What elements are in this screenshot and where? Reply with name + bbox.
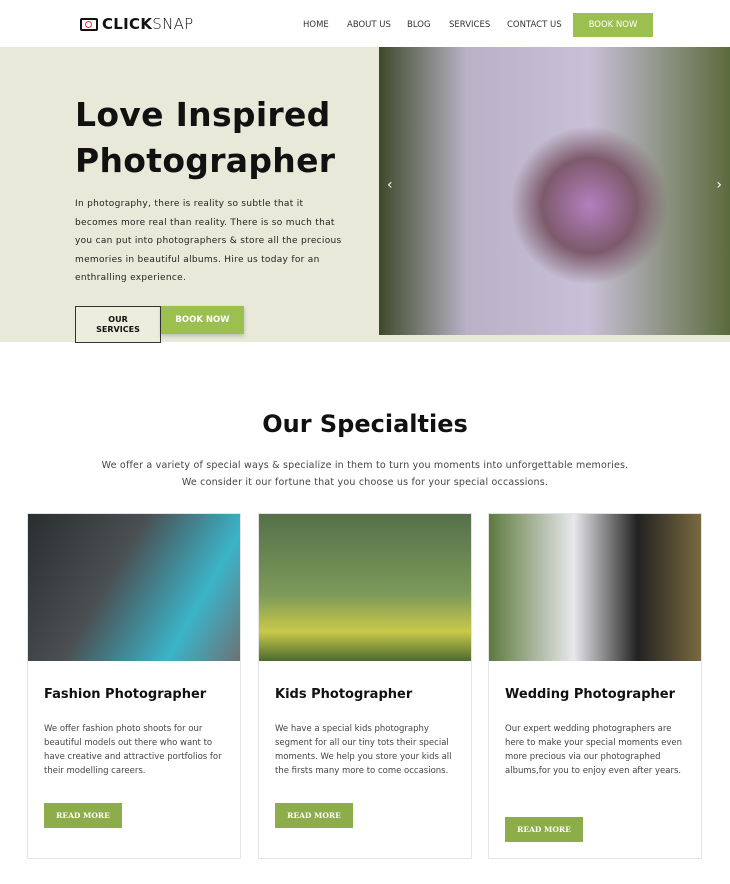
card-title: Fashion Photographer bbox=[44, 687, 207, 702]
read-more-button[interactable]: READ MORE bbox=[505, 817, 583, 842]
section-subtitle: We offer a variety of special ways & spe… bbox=[101, 460, 629, 488]
nav-home[interactable]: HOME bbox=[303, 20, 329, 30]
our-services-button[interactable]: OUR SERVICES bbox=[75, 306, 161, 343]
fashion-image bbox=[28, 514, 240, 661]
logo[interactable]: CLICK SNAP bbox=[80, 15, 194, 33]
prev-arrow-icon[interactable]: ‹ bbox=[387, 177, 393, 193]
nav-services[interactable]: SERVICES bbox=[449, 20, 490, 30]
card-title: Wedding Photographer bbox=[505, 687, 675, 702]
card-kids: Kids Photographer We have a special kids… bbox=[258, 513, 472, 859]
card-title: Kids Photographer bbox=[275, 687, 413, 702]
kids-image bbox=[259, 514, 471, 661]
book-now-button[interactable]: BOOK NOW bbox=[573, 13, 653, 37]
card-text: We have a special kids photography segme… bbox=[275, 724, 452, 776]
read-more-button[interactable]: READ MORE bbox=[44, 803, 122, 828]
hero-title: Love Inspired Photographer bbox=[75, 95, 336, 180]
nav-contact[interactable]: CONTACT US bbox=[507, 20, 562, 30]
read-more-button[interactable]: READ MORE bbox=[275, 803, 353, 828]
logo-bold: CLICK bbox=[102, 15, 153, 33]
card-text: We offer fashion photo shoots for our be… bbox=[44, 724, 222, 776]
card-text: Our expert wedding photographers are her… bbox=[505, 724, 683, 776]
nav-about[interactable]: ABOUT US bbox=[347, 20, 391, 30]
logo-light: SNAP bbox=[152, 15, 194, 33]
card-fashion: Fashion Photographer We offer fashion ph… bbox=[27, 513, 241, 859]
hero-text: In photography, there is reality so subt… bbox=[75, 199, 342, 283]
hero-book-now-button[interactable]: BOOK NOW bbox=[161, 306, 244, 334]
wedding-image bbox=[489, 514, 701, 661]
nav-blog[interactable]: BLOG bbox=[407, 20, 431, 30]
card-wedding: Wedding Photographer Our expert wedding … bbox=[488, 513, 702, 859]
hero-image: ‹ › bbox=[379, 47, 730, 335]
next-arrow-icon[interactable]: › bbox=[716, 177, 722, 193]
section-title: Our Specialties bbox=[262, 410, 468, 438]
header: CLICK SNAP HOME ABOUT US BLOG SERVICES CO… bbox=[0, 0, 730, 47]
camera-icon bbox=[80, 17, 98, 31]
